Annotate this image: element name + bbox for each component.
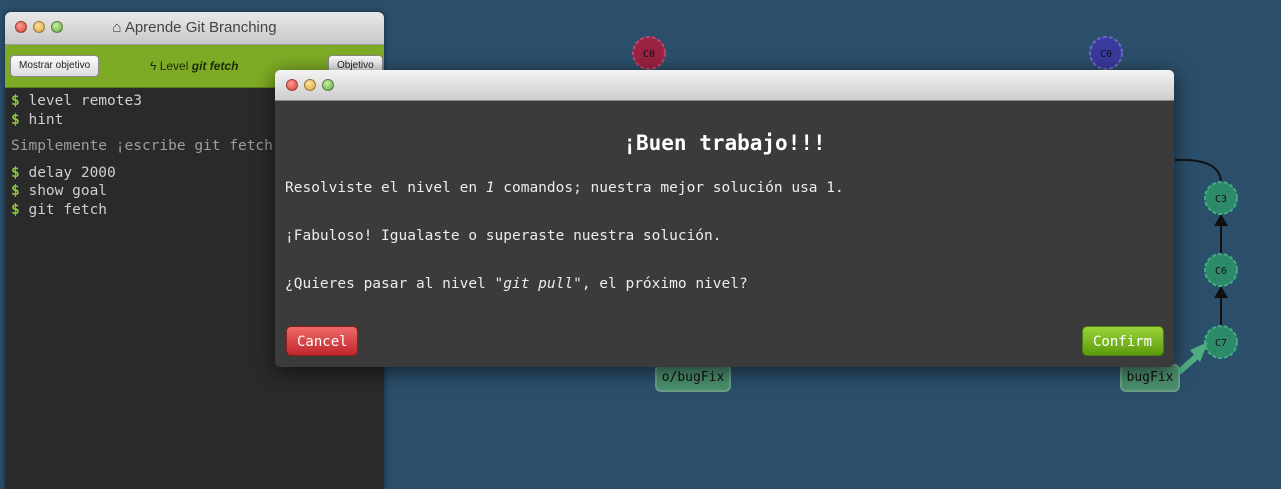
lightning-icon: ϟ xyxy=(150,59,157,73)
svg-text:C0: C0 xyxy=(643,49,655,60)
level-complete-dialog: ¡Buen trabajo!!! Resolviste el nivel en … xyxy=(275,70,1174,367)
show-goal-button[interactable]: Mostrar objetivo xyxy=(10,55,100,77)
terminal-titlebar: ⌂ Aprende Git Branching xyxy=(5,12,384,45)
svg-text:bugFix: bugFix xyxy=(1127,370,1174,385)
commit-node-c3[interactable]: C3 xyxy=(1204,181,1238,215)
minimize-window-icon[interactable] xyxy=(33,21,45,33)
cancel-button[interactable]: Cancel xyxy=(286,326,358,356)
svg-text:C7: C7 xyxy=(1215,338,1227,349)
close-window-icon[interactable] xyxy=(286,79,298,91)
svg-text:C6: C6 xyxy=(1215,266,1227,277)
minimize-window-icon[interactable] xyxy=(304,79,316,91)
confirm-button[interactable]: Confirm xyxy=(1082,326,1164,356)
commit-node-remote-root[interactable]: C0 xyxy=(1089,36,1123,70)
svg-text:C0: C0 xyxy=(1100,49,1112,60)
commit-node-c7[interactable]: C7 xyxy=(1204,325,1238,359)
dialog-heading: ¡Buen trabajo!!! xyxy=(623,131,826,155)
maximize-window-icon[interactable] xyxy=(51,21,63,33)
window-controls xyxy=(15,21,63,33)
level-prefix: Level xyxy=(159,59,189,73)
branch-label-o-bugfix[interactable]: o/bugFix xyxy=(655,364,731,392)
dialog-titlebar xyxy=(275,70,1174,101)
terminal-title: Aprende Git Branching xyxy=(124,19,277,36)
next-level-prompt: ¿Quieres pasar al nivel "git pull", el p… xyxy=(285,276,748,292)
level-indicator: ϟ Level git fetch xyxy=(150,59,238,73)
dialog-body: ¡Buen trabajo!!! Resolviste el nivel en … xyxy=(275,131,1174,293)
result-summary: Resolviste el nivel en 1 comandos; nuest… xyxy=(285,180,844,196)
branch-label-bugfix[interactable]: bugFix xyxy=(1120,364,1180,392)
commit-node-c6[interactable]: C6 xyxy=(1204,253,1238,287)
commit-node-local-root[interactable]: C0 xyxy=(632,36,666,70)
svg-text:C3: C3 xyxy=(1215,194,1227,205)
close-window-icon[interactable] xyxy=(15,21,27,33)
maximize-window-icon[interactable] xyxy=(322,79,334,91)
praise-message: ¡Fabuloso! Igualaste o superaste nuestra… xyxy=(285,228,722,244)
level-name: git fetch xyxy=(191,59,239,73)
window-controls xyxy=(286,79,334,91)
svg-text:o/bugFix: o/bugFix xyxy=(662,370,725,385)
home-icon: ⌂ xyxy=(112,19,122,36)
